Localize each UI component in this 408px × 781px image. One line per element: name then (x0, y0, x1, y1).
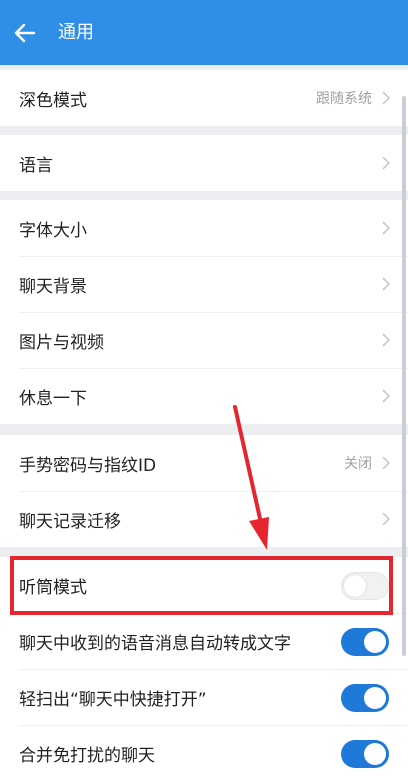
app-header: 通用 (0, 0, 408, 65)
settings-group-language: 语言 (0, 135, 408, 191)
scrollbar[interactable] (402, 96, 406, 656)
setting-font-size[interactable]: 字体大小 (0, 200, 408, 256)
setting-earpiece-mode: 听筒模式 (0, 557, 408, 613)
page-title: 通用 (58, 22, 94, 43)
chevron-right-icon (382, 333, 390, 347)
setting-label: 字体大小 (19, 220, 87, 241)
merge-muted-chats-toggle[interactable] (341, 740, 389, 768)
setting-label: 聊天中收到的语音消息自动转成文字 (19, 633, 291, 654)
toggle-knob (364, 631, 386, 653)
setting-merge-muted-chats: 合并免打扰的聊天 (0, 725, 408, 781)
setting-label: 手势密码与指纹ID (19, 455, 157, 476)
chevron-right-icon (382, 277, 390, 291)
settings-group-display: 深色模式 跟随系统 (0, 70, 408, 126)
setting-label: 语言 (19, 155, 53, 176)
setting-label: 合并免打扰的聊天 (19, 745, 155, 766)
setting-chat-background[interactable]: 聊天背景 (0, 256, 408, 312)
toggle-knob (344, 575, 366, 597)
settings-group-appearance: 字体大小 聊天背景 图片与视频 休息一下 (0, 200, 408, 424)
settings-group-toggles: 听筒模式 聊天中收到的语音消息自动转成文字 轻扫出“聊天中快捷打开” 合并免打扰… (0, 557, 408, 781)
setting-label: 听筒模式 (19, 577, 87, 598)
setting-label: 轻扫出“聊天中快捷打开” (19, 689, 207, 710)
annotation-arrow-icon (233, 405, 269, 550)
chevron-right-icon (382, 91, 390, 105)
setting-value: 关闭 (344, 456, 372, 472)
setting-label: 聊天背景 (19, 276, 87, 297)
setting-label: 聊天记录迁移 (19, 511, 121, 532)
settings-group-security: 手势密码与指纹ID 关闭 聊天记录迁移 (0, 435, 408, 547)
chevron-right-icon (382, 456, 390, 470)
setting-label: 休息一下 (19, 388, 87, 409)
voice-to-text-toggle[interactable] (341, 628, 389, 656)
chevron-right-icon (382, 156, 390, 170)
setting-label: 图片与视频 (19, 332, 104, 353)
chevron-right-icon (382, 389, 390, 403)
setting-gesture-password[interactable]: 手势密码与指纹ID 关闭 (0, 435, 408, 491)
arrow-left-icon[interactable] (14, 23, 36, 43)
chevron-right-icon (382, 221, 390, 235)
setting-images-videos[interactable]: 图片与视频 (0, 312, 408, 368)
setting-dark-mode[interactable]: 深色模式 跟随系统 (0, 70, 408, 126)
setting-swipe-quick-open: 轻扫出“聊天中快捷打开” (0, 669, 408, 725)
setting-voice-to-text: 聊天中收到的语音消息自动转成文字 (0, 613, 408, 669)
setting-label: 深色模式 (19, 90, 87, 111)
swipe-quick-open-toggle[interactable] (341, 684, 389, 712)
toggle-knob (364, 743, 386, 765)
setting-value: 跟随系统 (316, 91, 372, 107)
earpiece-mode-toggle[interactable] (341, 572, 389, 600)
setting-chat-migration[interactable]: 聊天记录迁移 (0, 491, 408, 547)
toggle-knob (364, 687, 386, 709)
setting-language[interactable]: 语言 (0, 135, 408, 191)
setting-take-a-break[interactable]: 休息一下 (0, 368, 408, 424)
chevron-right-icon (382, 512, 390, 526)
